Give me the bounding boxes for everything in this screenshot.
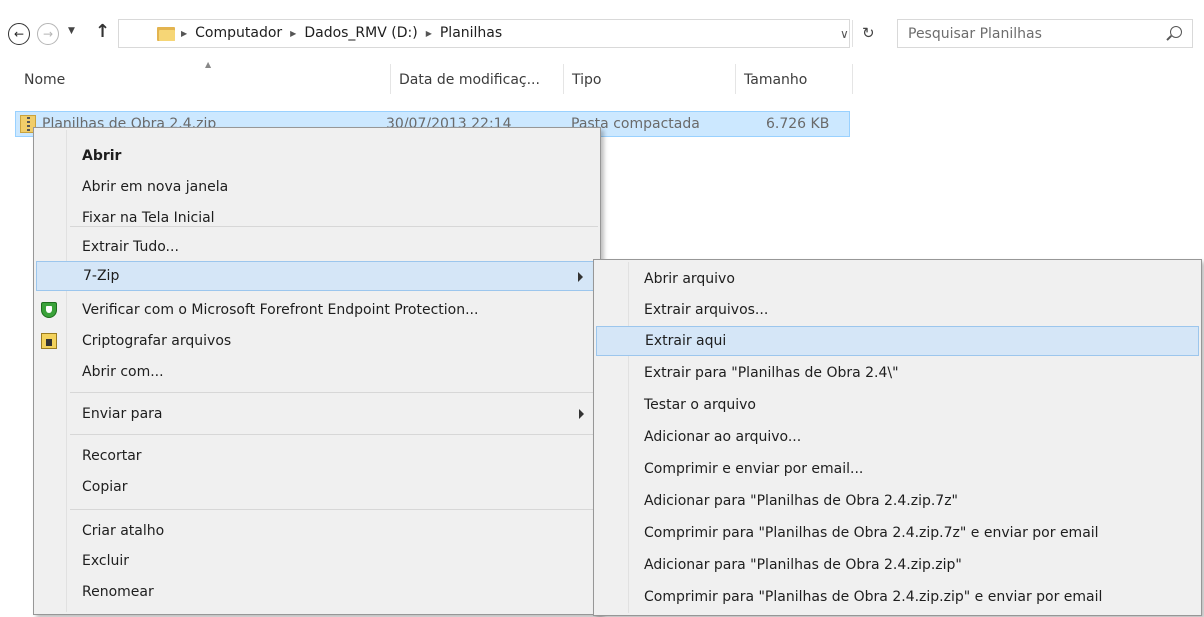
menu-item-label: Adicionar ao arquivo... [644, 429, 802, 445]
column-divider[interactable] [390, 64, 391, 94]
forward-button[interactable]: → [37, 23, 59, 45]
menu-item-send-to[interactable]: Enviar para [36, 399, 598, 429]
menu-item-label: Excluir [82, 553, 129, 569]
menu-item-label: 7-Zip [83, 268, 120, 284]
chevron-down-icon: ▼ [68, 26, 75, 36]
7zip-submenu: Abrir arquivo Extrair arquivos... Extrai… [593, 259, 1202, 616]
menu-item-label: Enviar para [82, 406, 163, 422]
menu-item-label: Testar o arquivo [644, 397, 756, 413]
menu-item-label: Abrir [82, 148, 122, 164]
menu-item-label: Comprimir e enviar por email... [644, 461, 864, 477]
menu-item-label: Fixar na Tela Inicial [82, 210, 215, 226]
submenu-arrow-icon [579, 409, 584, 419]
column-header-type[interactable]: Tipo [572, 72, 601, 88]
menu-item-label: Verificar com o Microsoft Forefront Endp… [82, 302, 479, 318]
refresh-button[interactable]: ↻ [862, 24, 875, 42]
menu-separator [70, 226, 598, 227]
menu-item-label: Extrair arquivos... [644, 302, 769, 318]
menu-item-pin-start[interactable]: Fixar na Tela Inicial [36, 203, 598, 233]
explorer-toolbar: ← → ▼ ↑ ▶ Computador ▶ Dados_RMV (D:) ▶ … [0, 0, 1204, 64]
recent-locations-button[interactable]: ▼ [68, 26, 75, 36]
menu-item-encrypt[interactable]: Criptografar arquivos [36, 326, 598, 356]
menu-separator [70, 434, 598, 435]
file-size: 6.726 KB [766, 116, 830, 132]
address-bar[interactable]: ▶ Computador ▶ Dados_RMV (D:) ▶ Planilha… [118, 19, 850, 48]
back-button[interactable]: ← [8, 23, 30, 45]
chevron-right-icon: ▶ [290, 28, 297, 38]
lock-icon [41, 333, 57, 349]
menu-item-label: Comprimir para "Planilhas de Obra 2.4.zi… [644, 525, 1099, 541]
arrow-right-icon: → [42, 27, 54, 41]
menu-item-add-to-7z[interactable]: Adicionar para "Planilhas de Obra 2.4.zi… [596, 486, 1199, 516]
menu-item-add-to-archive[interactable]: Adicionar ao arquivo... [596, 422, 1199, 452]
menu-item-7zip[interactable]: 7-Zip [36, 261, 598, 291]
breadcrumb-item[interactable]: Dados_RMV (D:) [304, 25, 417, 41]
shield-icon [41, 302, 57, 318]
submenu-arrow-icon [578, 272, 583, 282]
menu-item-scan-forefront[interactable]: Verificar com o Microsoft Forefront Endp… [36, 295, 598, 325]
column-divider[interactable] [735, 64, 736, 94]
menu-item-copy[interactable]: Copiar [36, 472, 598, 502]
menu-item-label: Copiar [82, 479, 128, 495]
search-input[interactable] [898, 20, 1158, 47]
menu-item-label: Renomear [82, 584, 154, 600]
menu-item-create-shortcut[interactable]: Criar atalho [36, 516, 598, 546]
up-button[interactable]: ↑ [95, 21, 110, 42]
column-divider[interactable] [852, 64, 853, 94]
arrow-up-icon: ↑ [95, 21, 111, 42]
breadcrumb: ▶ Computador ▶ Dados_RMV (D:) ▶ Planilha… [181, 25, 502, 41]
menu-item-cut[interactable]: Recortar [36, 441, 598, 471]
menu-item-extract-files[interactable]: Extrair arquivos... [596, 295, 1199, 325]
search-box[interactable] [897, 19, 1193, 48]
menu-item-compress-zip-email[interactable]: Comprimir para "Planilhas de Obra 2.4.zi… [596, 582, 1199, 612]
menu-item-label: Abrir com... [82, 364, 164, 380]
menu-item-label: Extrair Tudo... [82, 239, 179, 255]
menu-item-open[interactable]: Abrir [36, 141, 598, 171]
context-menu: Abrir Abrir em nova janela Fixar na Tela… [33, 127, 601, 615]
menu-item-compress-7z-email[interactable]: Comprimir para "Planilhas de Obra 2.4.zi… [596, 518, 1199, 548]
menu-item-delete[interactable]: Excluir [36, 546, 598, 576]
address-history-button[interactable]: ∨ [840, 27, 849, 41]
breadcrumb-item[interactable]: Computador [195, 25, 282, 41]
menu-item-extract-here[interactable]: Extrair aqui [596, 326, 1199, 356]
menu-item-label: Criar atalho [82, 523, 165, 539]
menu-item-label: Criptografar arquivos [82, 333, 232, 349]
menu-separator [70, 509, 598, 510]
menu-item-open-with[interactable]: Abrir com... [36, 357, 598, 387]
menu-item-extract-all[interactable]: Extrair Tudo... [36, 232, 598, 262]
column-header-date[interactable]: Data de modificaç... [399, 72, 540, 88]
menu-item-label: Extrair para "Planilhas de Obra 2.4\" [644, 365, 899, 381]
column-divider[interactable] [563, 64, 564, 94]
menu-separator [70, 392, 598, 393]
menu-item-label: Adicionar para "Planilhas de Obra 2.4.zi… [644, 493, 958, 509]
column-header-row: Nome Data de modificaç... Tipo Tamanho [0, 64, 860, 96]
search-icon[interactable] [1170, 26, 1182, 38]
refresh-icon: ↻ [862, 24, 875, 42]
menu-item-open-archive[interactable]: Abrir arquivo [596, 264, 1199, 294]
breadcrumb-item[interactable]: Planilhas [440, 25, 502, 41]
arrow-left-icon: ← [13, 27, 25, 41]
column-header-name[interactable]: Nome [24, 72, 65, 88]
menu-item-label: Comprimir para "Planilhas de Obra 2.4.zi… [644, 589, 1103, 605]
folder-icon [157, 25, 175, 41]
menu-item-open-new-window[interactable]: Abrir em nova janela [36, 172, 598, 202]
chevron-right-icon: ▶ [425, 28, 432, 38]
menu-item-rename[interactable]: Renomear [36, 577, 598, 607]
chevron-down-icon: ∨ [840, 27, 849, 41]
column-header-size[interactable]: Tamanho [744, 72, 807, 88]
menu-item-label: Abrir arquivo [644, 271, 735, 287]
divider [852, 20, 853, 47]
menu-item-extract-to-folder[interactable]: Extrair para "Planilhas de Obra 2.4\" [596, 358, 1199, 388]
menu-item-test-archive[interactable]: Testar o arquivo [596, 390, 1199, 420]
menu-item-label: Adicionar para "Planilhas de Obra 2.4.zi… [644, 557, 962, 573]
menu-item-compress-email[interactable]: Comprimir e enviar por email... [596, 454, 1199, 484]
menu-item-label: Recortar [82, 448, 142, 464]
menu-item-label: Extrair aqui [645, 333, 727, 349]
chevron-right-icon: ▶ [181, 28, 188, 38]
menu-item-label: Abrir em nova janela [82, 179, 229, 195]
menu-item-add-to-zip[interactable]: Adicionar para "Planilhas de Obra 2.4.zi… [596, 550, 1199, 580]
